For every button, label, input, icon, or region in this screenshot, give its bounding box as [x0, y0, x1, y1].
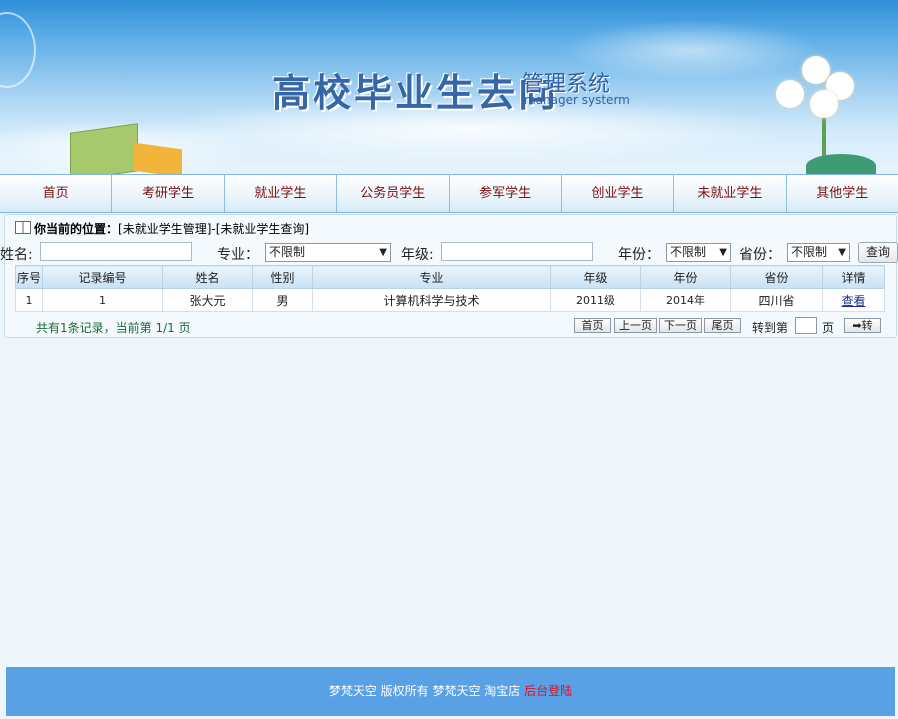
breadcrumb: 你当前的位置：[未就业学生管理]-[未就业学生查询]	[15, 220, 309, 237]
header-banner: 高校毕业生去向 管理系统 manager systerm	[0, 0, 898, 174]
col-header-grade: 年级	[550, 265, 641, 289]
first-page-button[interactable]: 首页	[574, 318, 611, 333]
pager-info: 共有1条记录，当前第 1/1 页	[36, 321, 191, 335]
province-select[interactable]: 不限制 ▼	[787, 243, 850, 262]
province-label: 省份：	[739, 247, 781, 263]
cell-record-id: 1	[42, 288, 163, 312]
cell-major: 计算机科学与技术	[312, 288, 551, 312]
next-page-button[interactable]: 下一页	[659, 318, 702, 333]
search-bar: 姓名: 专业： 不限制 ▼ 年级: 年份： 不限制 ▼ 省份： 不限制 ▼ 查询	[0, 241, 898, 265]
school-emblem-icon	[0, 12, 36, 88]
col-header-name: 姓名	[162, 265, 253, 289]
nav-civil-servant-students[interactable]: 公务员学生	[336, 175, 448, 212]
books-decoration	[70, 123, 138, 174]
major-select-value: 不限制	[269, 245, 306, 259]
footer: 梦梵天空 版权所有 梦梵天空 淘宝店 后台登陆	[6, 667, 895, 716]
site-subtitle-en: manager systerm	[524, 93, 630, 107]
breadcrumb-label: 你当前的位置：	[34, 222, 119, 236]
admin-login-link[interactable]: 后台登陆	[524, 684, 572, 698]
col-header-record-id: 记录编号	[42, 265, 163, 289]
col-header-major: 专业	[312, 265, 551, 289]
nav-postgrad-students[interactable]: 考研学生	[111, 175, 223, 212]
results-table: 序号 记录编号 姓名 性别 专业 年级 年份 省份 详情 1 1 张大元 男 计…	[15, 265, 885, 312]
name-input[interactable]	[40, 242, 192, 261]
cell-year: 2014年	[640, 288, 731, 312]
major-label: 专业：	[217, 247, 259, 263]
year-label: 年份：	[618, 247, 660, 263]
nav-entrepreneur-students[interactable]: 创业学生	[560, 175, 673, 212]
nav-unemployed-students[interactable]: 未就业学生	[673, 175, 785, 212]
goto-button[interactable]: ➡转	[844, 318, 881, 333]
view-details-link[interactable]: 查看	[841, 294, 865, 308]
province-select-value: 不限制	[791, 245, 828, 259]
table-row: 1 1 张大元 男 计算机科学与技术 2011级 2014年 四川省 查看	[15, 288, 885, 312]
cell-details: 查看	[822, 288, 885, 312]
cell-index: 1	[15, 288, 43, 312]
site-title: 高校毕业生去向	[272, 70, 560, 115]
cell-grade: 2011级	[550, 288, 641, 312]
query-button[interactable]: 查询	[858, 242, 898, 263]
nav-home[interactable]: 首页	[0, 175, 111, 212]
nav-employed-students[interactable]: 就业学生	[223, 175, 336, 212]
breadcrumb-path: [未就业学生管理]-[未就业学生查询]	[118, 222, 310, 236]
prev-page-button[interactable]: 上一页	[614, 318, 657, 333]
nav-other-students[interactable]: 其他学生	[785, 175, 898, 212]
col-header-year: 年份	[640, 265, 731, 289]
grade-input[interactable]	[441, 242, 593, 261]
year-select[interactable]: 不限制 ▼	[666, 243, 731, 262]
copyright-text: 梦梵天空 版权所有 梦梵天空 淘宝店	[328, 684, 521, 698]
chevron-down-icon: ▼	[838, 247, 846, 258]
book-icon	[15, 221, 31, 234]
cell-name: 张大元	[162, 288, 253, 312]
page-unit-label: 页	[822, 321, 835, 335]
main-nav: 首页 考研学生 就业学生 公务员学生 参军学生 创业学生 未就业学生 其他学生	[0, 174, 898, 213]
goto-label: 转到第	[752, 321, 789, 335]
goto-page-input[interactable]	[795, 317, 817, 334]
col-header-index: 序号	[15, 265, 43, 289]
nav-military-students[interactable]: 参军学生	[448, 175, 561, 212]
cell-gender: 男	[252, 288, 313, 312]
name-label: 姓名:	[0, 247, 33, 263]
year-select-value: 不限制	[670, 245, 707, 259]
grade-label: 年级:	[401, 247, 434, 263]
flower-decoration	[772, 52, 892, 174]
col-header-gender: 性别	[252, 265, 313, 289]
cell-province: 四川省	[730, 288, 823, 312]
chevron-down-icon: ▼	[379, 247, 387, 258]
col-header-details: 详情	[822, 265, 885, 289]
chevron-down-icon: ▼	[719, 247, 727, 258]
last-page-button[interactable]: 尾页	[704, 318, 741, 333]
col-header-province: 省份	[730, 265, 823, 289]
table-header-row: 序号 记录编号 姓名 性别 专业 年级 年份 省份 详情	[15, 265, 885, 289]
major-select[interactable]: 不限制 ▼	[265, 243, 391, 262]
